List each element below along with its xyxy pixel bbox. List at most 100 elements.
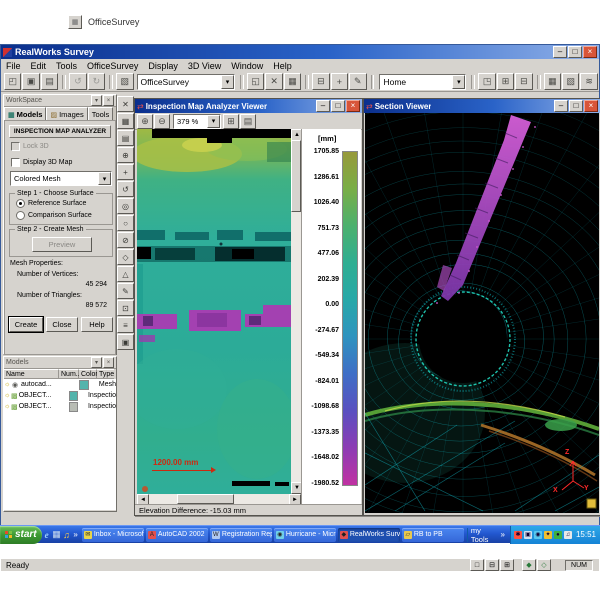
annotate-button[interactable]: ✎ xyxy=(349,73,366,90)
tray-alert-icon[interactable]: ✱ xyxy=(514,531,522,539)
lock-3d-checkbox[interactable]: Lock 3D xyxy=(11,142,49,151)
pan-tool-button[interactable]: + xyxy=(117,164,134,180)
tray-antivirus-icon[interactable]: ● xyxy=(554,531,562,539)
save-button[interactable]: ▣ xyxy=(22,73,39,90)
list-tool-button[interactable]: ≡ xyxy=(117,317,134,333)
sample-tool-button[interactable]: ▤ xyxy=(117,130,134,146)
redo-button[interactable]: ↻ xyxy=(88,73,105,90)
map-close-button[interactable]: × xyxy=(346,100,360,112)
mytools-toolbar-label[interactable]: my Tools xyxy=(471,526,498,544)
menu-item-display[interactable]: Display xyxy=(143,61,183,71)
open-button[interactable]: ◰ xyxy=(4,73,21,90)
display-3d-map-checkbox[interactable]: Display 3D Map xyxy=(11,158,72,167)
lock-tool-button[interactable]: ▣ xyxy=(117,334,134,350)
map-minimize-button[interactable]: – xyxy=(316,100,330,112)
visibility-bulb-icon[interactable]: ☼ xyxy=(4,381,12,388)
fragment-icon[interactable]: ▦ xyxy=(68,15,82,29)
fit-view-button[interactable]: ⊞ xyxy=(223,114,239,129)
map-vertical-scrollbar[interactable]: ▲ ▼ xyxy=(291,129,301,494)
fence-tool-button[interactable]: ▦ xyxy=(117,113,134,129)
section-viewer-titlebar[interactable]: ⇄ Section Viewer – □ × xyxy=(364,99,600,113)
clip-tool-button[interactable]: ⊘ xyxy=(117,232,134,248)
menu-item-officesurvey[interactable]: OfficeSurvey xyxy=(82,61,143,71)
start-button[interactable]: start xyxy=(0,526,42,544)
draw-tool-button[interactable]: ✎ xyxy=(117,283,134,299)
menu-item-3dview[interactable]: 3D View xyxy=(183,61,226,71)
mesh-type-combobox[interactable]: Colored Mesh ▾ xyxy=(10,171,112,186)
workflow-combobox-arrow[interactable]: ▾ xyxy=(221,75,234,89)
split-vertical-button[interactable]: ⊞ xyxy=(500,559,514,571)
map-canvas[interactable]: 1200.00 mm xyxy=(137,129,291,494)
mesh-type-combobox-arrow[interactable]: ▾ xyxy=(98,172,111,185)
section-maximize-button[interactable]: □ xyxy=(569,100,583,112)
single-view-button[interactable]: □ xyxy=(470,559,484,571)
tray-update-icon[interactable]: ✦ xyxy=(544,531,552,539)
sync-cameras-button[interactable]: ≋ xyxy=(580,73,597,90)
view-top-button[interactable]: ⊞ xyxy=(497,73,514,90)
app-titlebar[interactable]: RealWorks Survey – □ × xyxy=(1,45,599,59)
map-horizontal-scrollbar[interactable]: ◄ ► xyxy=(137,494,301,504)
section-close-button[interactable]: × xyxy=(584,100,598,112)
workspace-close-button[interactable]: × xyxy=(103,95,114,106)
view-combobox[interactable]: Home ▾ xyxy=(379,74,466,90)
taskbar-task-inbox[interactable]: ✉ Inbox - Microsof... xyxy=(82,528,144,542)
show-desktop-icon[interactable]: ▦ xyxy=(52,528,62,541)
undo-button[interactable]: ↺ xyxy=(69,73,86,90)
rotate-tool-button[interactable]: ↺ xyxy=(117,181,134,197)
taskbar-task-autocad[interactable]: A AutoCAD 2002 xyxy=(146,528,208,542)
zoom-level-combobox[interactable]: 379 % ▾ xyxy=(173,114,221,129)
menu-item-tools[interactable]: Tools xyxy=(51,61,82,71)
comparison-surface-radio-circle[interactable] xyxy=(16,211,25,220)
media-player-icon[interactable]: ♫ xyxy=(61,528,71,541)
workspace-caption[interactable]: WorkSpace ▾ × xyxy=(4,95,116,107)
column-header-name[interactable]: Name xyxy=(4,369,59,379)
sampling-button[interactable]: ▦ xyxy=(284,73,301,90)
models-pin-button[interactable]: ▾ xyxy=(91,357,102,368)
target-tool-button[interactable]: ◎ xyxy=(117,198,134,214)
internet-explorer-icon[interactable]: e xyxy=(42,528,52,541)
taskbar-task-registration[interactable]: W Registration Rep... xyxy=(210,528,272,542)
visibility-bulb-icon[interactable]: ☼ xyxy=(4,403,11,410)
measure-button[interactable]: + xyxy=(331,73,348,90)
taskbar-task-rbtopb[interactable]: ▱ RB to PB xyxy=(402,528,464,542)
menu-item-file[interactable]: File xyxy=(1,61,26,71)
reference-surface-radio-circle[interactable] xyxy=(16,199,25,208)
zoom-level-arrow[interactable]: ▾ xyxy=(207,115,220,128)
table-row[interactable]: ☼ ▩ OBJECT... Inspectio xyxy=(4,390,116,401)
minimize-button[interactable]: – xyxy=(553,46,567,58)
comparison-surface-radio[interactable]: Comparison Surface xyxy=(16,211,92,220)
sync-views-button[interactable]: ◇ xyxy=(537,559,551,571)
point-tool-button[interactable]: ○ xyxy=(117,215,134,231)
cascade-windows-button[interactable]: ▧ xyxy=(562,73,579,90)
view-combobox-arrow[interactable]: ▾ xyxy=(452,75,465,89)
create-button[interactable]: Create xyxy=(9,317,43,332)
new-window-button[interactable]: ◱ xyxy=(247,73,264,90)
close-button[interactable]: × xyxy=(583,46,597,58)
reference-surface-radio[interactable]: Reference Surface xyxy=(16,199,86,208)
column-header-num[interactable]: Num... xyxy=(59,369,79,379)
taskbar-task-hurricane[interactable]: ◉ Hurricane - Micro... xyxy=(274,528,336,542)
taskbar-task-realworks[interactable]: ◆ RealWorks Survey xyxy=(338,528,400,542)
menu-item-edit[interactable]: Edit xyxy=(26,61,52,71)
view-iso-button[interactable]: ◳ xyxy=(478,73,495,90)
polygon-tool-button[interactable]: ◇ xyxy=(117,249,134,265)
view-front-button[interactable]: ⊟ xyxy=(515,73,532,90)
tray-display-icon[interactable]: ▣ xyxy=(524,531,532,539)
quick-launch-chevron[interactable]: » xyxy=(73,530,77,539)
help-button[interactable]: Help xyxy=(81,317,113,332)
zoom-tool-button[interactable]: ⊕ xyxy=(117,147,134,163)
tile-windows-button[interactable]: ▦ xyxy=(544,73,561,90)
delete-tool-button[interactable]: ✕ xyxy=(117,96,134,112)
segment-button[interactable]: ✕ xyxy=(265,73,282,90)
horizontal-scroll-thumb[interactable] xyxy=(177,494,234,504)
visibility-bulb-icon[interactable]: ☼ xyxy=(4,392,11,399)
preview-button[interactable]: Preview xyxy=(32,237,92,252)
split-horizontal-button[interactable]: ⊟ xyxy=(485,559,499,571)
tray-volume-icon[interactable]: ♫ xyxy=(564,531,572,539)
map-maximize-button[interactable]: □ xyxy=(331,100,345,112)
models-caption[interactable]: Models ▾ × xyxy=(4,357,116,369)
zoom-in-button[interactable]: ⊕ xyxy=(137,114,153,129)
table-row[interactable]: ☼ ▩ OBJECT... Inspectio xyxy=(4,401,116,412)
scale-settings-button[interactable]: ▤ xyxy=(240,114,256,129)
tray-network-icon[interactable]: ◉ xyxy=(534,531,542,539)
